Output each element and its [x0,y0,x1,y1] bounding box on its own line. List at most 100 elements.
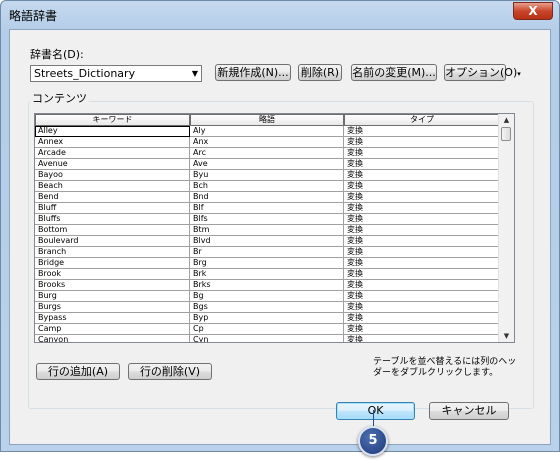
ok-button[interactable]: OK [336,402,415,420]
keyword-cell[interactable]: Bottom [35,225,190,236]
abbreviation-cell[interactable]: Brks [190,280,344,291]
keyword-cell[interactable]: Bypass [35,313,190,324]
table-row[interactable]: Boulevard Blvd 変換 [35,236,500,247]
abbreviation-cell[interactable]: Brg [190,258,344,269]
abbreviation-cell[interactable]: Bgs [190,302,344,313]
table-row[interactable]: Burgs Bgs 変換 [35,302,500,313]
table-row[interactable]: Camp Cp 変換 [35,324,500,335]
abbreviation-cell[interactable]: Blfs [190,214,344,225]
keyword-cell[interactable]: Boulevard [35,236,190,247]
keyword-cell[interactable]: Avenue [35,159,190,170]
table-row[interactable]: Burg Bg 変換 [35,291,500,302]
table-row[interactable]: Bypass Byp 変換 [35,313,500,324]
keyword-cell[interactable]: Annex [35,137,190,148]
table-row[interactable]: Bluffs Blfs 変換 [35,214,500,225]
keyword-cell[interactable]: Burgs [35,302,190,313]
type-cell[interactable]: 変換 [344,126,500,137]
close-button[interactable]: X [513,2,553,20]
column-header-type[interactable]: タイプ [344,114,500,126]
table-row[interactable]: Avenue Ave 変換 [35,159,500,170]
type-cell[interactable]: 変換 [344,335,500,342]
scroll-thumb[interactable] [501,127,511,141]
abbreviation-cell[interactable]: Cyn [190,335,344,342]
type-cell[interactable]: 変換 [344,236,500,247]
abbreviation-cell[interactable]: Cp [190,324,344,335]
keyword-cell[interactable]: Arcade [35,148,190,159]
abbreviation-cell[interactable]: Bnd [190,192,344,203]
abbreviation-cell[interactable]: Br [190,247,344,258]
column-header-keyword[interactable]: キーワード [35,114,190,126]
table-row[interactable]: Bottom Btm 変換 [35,225,500,236]
new-dictionary-button[interactable]: 新規作成(N)... [215,64,291,81]
table-row[interactable]: Canyon Cyn 変換 [35,335,500,342]
type-cell[interactable]: 変換 [344,247,500,258]
keyword-cell[interactable]: Bridge [35,258,190,269]
abbreviation-cell[interactable]: Anx [190,137,344,148]
column-header-abbreviation[interactable]: 略語 [190,114,344,126]
table-row[interactable]: Beach Bch 変換 [35,181,500,192]
abbreviation-cell[interactable]: Arc [190,148,344,159]
type-cell[interactable]: 変換 [344,159,500,170]
keyword-cell[interactable]: Branch [35,247,190,258]
abbreviation-cell[interactable]: Byp [190,313,344,324]
scroll-down-icon[interactable]: ▼ [499,330,514,342]
type-cell[interactable]: 変換 [344,280,500,291]
type-cell[interactable]: 変換 [344,269,500,280]
keyword-cell[interactable]: Bayoo [35,170,190,181]
add-row-button[interactable]: 行の追加(A) [36,363,120,380]
abbreviation-cell[interactable]: Brk [190,269,344,280]
options-button-label: オプション(O) [445,66,518,79]
dictionary-select[interactable]: Streets_Dictionary ▼ [30,65,202,82]
table-row[interactable]: Bend Bnd 変換 [35,192,500,203]
rename-dictionary-button[interactable]: 名前の変更(M)... [351,64,437,81]
type-cell[interactable]: 変換 [344,203,500,214]
table-row[interactable]: Annex Anx 変換 [35,137,500,148]
abbreviation-cell[interactable]: Ave [190,159,344,170]
keyword-cell[interactable]: Alley [35,126,190,137]
delete-dictionary-button[interactable]: 削除(R) [298,64,342,81]
table-row[interactable]: Arcade Arc 変換 [35,148,500,159]
keyword-cell[interactable]: Bluff [35,203,190,214]
table-row[interactable]: Bluff Blf 変換 [35,203,500,214]
type-cell[interactable]: 変換 [344,302,500,313]
vertical-scrollbar[interactable]: ▲ ▼ [498,114,514,342]
type-cell[interactable]: 変換 [344,324,500,335]
abbreviation-cell[interactable]: Bg [190,291,344,302]
type-cell[interactable]: 変換 [344,192,500,203]
keyword-cell[interactable]: Bluffs [35,214,190,225]
abbreviation-cell[interactable]: Bch [190,181,344,192]
table-row[interactable]: Brooks Brks 変換 [35,280,500,291]
keyword-cell[interactable]: Canyon [35,335,190,342]
keyword-cell[interactable]: Camp [35,324,190,335]
type-cell[interactable]: 変換 [344,181,500,192]
abbreviation-table[interactable]: キーワード 略語 タイプ Alley Aly 変換 Annex Anx 変換 Arcade A… [34,113,515,343]
keyword-cell[interactable]: Brook [35,269,190,280]
type-cell[interactable]: 変換 [344,225,500,236]
type-cell[interactable]: 変換 [344,214,500,225]
table-row[interactable]: Branch Br 変換 [35,247,500,258]
abbreviation-cell[interactable]: Blvd [190,236,344,247]
abbreviation-cell[interactable]: Byu [190,170,344,181]
abbreviation-cell[interactable]: Btm [190,225,344,236]
keyword-cell[interactable]: Beach [35,181,190,192]
type-cell[interactable]: 変換 [344,258,500,269]
type-cell[interactable]: 変換 [344,291,500,302]
abbreviation-cell[interactable]: Blf [190,203,344,214]
table-row[interactable]: Bridge Brg 変換 [35,258,500,269]
scroll-up-icon[interactable]: ▲ [499,114,514,126]
keyword-cell[interactable]: Burg [35,291,190,302]
keyword-cell[interactable]: Brooks [35,280,190,291]
type-cell[interactable]: 変換 [344,313,500,324]
table-row[interactable]: Alley Aly 変換 [35,126,500,137]
options-button[interactable]: オプション(O)▾ [444,64,521,81]
cancel-button[interactable]: キャンセル [429,402,509,420]
type-cell[interactable]: 変換 [344,170,500,181]
type-cell[interactable]: 変換 [344,137,500,148]
keyword-cell[interactable]: Bend [35,192,190,203]
table-row[interactable]: Brook Brk 変換 [35,269,500,280]
type-cell[interactable]: 変換 [344,148,500,159]
table-row[interactable]: Bayoo Byu 変換 [35,170,500,181]
abbreviation-cell[interactable]: Aly [190,126,344,137]
window-title: 略語辞書 [9,9,58,23]
remove-row-button[interactable]: 行の削除(V) [128,363,212,380]
